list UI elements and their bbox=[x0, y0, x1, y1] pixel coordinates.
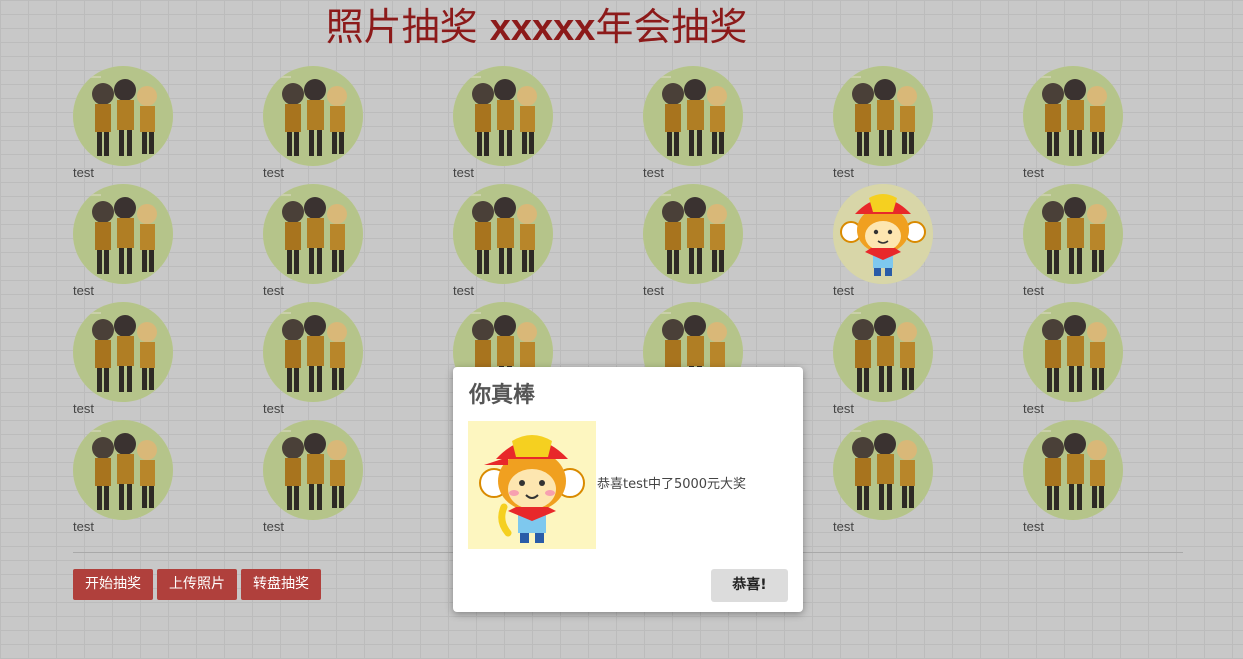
photo-card: test bbox=[643, 66, 753, 184]
photo-card: test bbox=[73, 184, 183, 302]
photo-name: test bbox=[833, 165, 854, 180]
photo-avatar bbox=[263, 302, 363, 402]
photo-card: test bbox=[73, 420, 183, 538]
photo-name: test bbox=[833, 401, 854, 416]
photo-avatar bbox=[643, 66, 743, 166]
photo-avatar bbox=[833, 302, 933, 402]
photo-name: test bbox=[1023, 283, 1044, 298]
photo-avatar bbox=[73, 184, 173, 284]
photo-card: test bbox=[833, 66, 943, 184]
wheel-draw-button[interactable]: 转盘抽奖 bbox=[241, 569, 321, 600]
photo-name: test bbox=[263, 165, 284, 180]
photo-name: test bbox=[1023, 165, 1044, 180]
photo-name: test bbox=[453, 283, 474, 298]
couple-illustration bbox=[1023, 302, 1123, 402]
couple-illustration bbox=[73, 302, 173, 402]
photo-avatar bbox=[1023, 302, 1123, 402]
photo-card: test bbox=[263, 184, 373, 302]
couple-illustration bbox=[73, 184, 173, 284]
dialog-title: 你真棒 bbox=[469, 382, 536, 408]
photo-name: test bbox=[1023, 519, 1044, 534]
photo-avatar bbox=[1023, 184, 1123, 284]
page-title: 照片抽奖 xxxxx年会抽奖 bbox=[325, 5, 748, 49]
photo-card: test bbox=[833, 302, 943, 420]
couple-illustration bbox=[73, 66, 173, 166]
photo-card: test bbox=[833, 420, 943, 538]
photo-name: test bbox=[643, 283, 664, 298]
couple-illustration bbox=[263, 184, 363, 284]
photo-name: test bbox=[263, 401, 284, 416]
photo-card: test bbox=[833, 184, 943, 302]
photo-avatar bbox=[833, 66, 933, 166]
couple-illustration bbox=[1023, 420, 1123, 520]
couple-illustration bbox=[1023, 66, 1123, 166]
photo-name: test bbox=[833, 519, 854, 534]
photo-card: test bbox=[643, 184, 753, 302]
photo-avatar bbox=[833, 420, 933, 520]
dialog-message: 恭喜test中了5000元大奖 bbox=[597, 477, 747, 492]
photo-card: test bbox=[73, 302, 183, 420]
photo-card: test bbox=[263, 302, 373, 420]
couple-illustration bbox=[833, 302, 933, 402]
photo-avatar bbox=[263, 66, 363, 166]
photo-avatar bbox=[73, 420, 173, 520]
photo-avatar bbox=[1023, 66, 1123, 166]
couple-illustration bbox=[643, 184, 743, 284]
photo-name: test bbox=[73, 165, 94, 180]
photo-card: test bbox=[1023, 66, 1133, 184]
photo-card: test bbox=[453, 66, 563, 184]
photo-card: test bbox=[453, 184, 563, 302]
photo-card: test bbox=[263, 420, 373, 538]
photo-avatar bbox=[453, 66, 553, 166]
photo-card: test bbox=[263, 66, 373, 184]
photo-card: test bbox=[73, 66, 183, 184]
couple-illustration bbox=[453, 184, 553, 284]
couple-illustration bbox=[643, 66, 743, 166]
photo-card: test bbox=[1023, 184, 1133, 302]
winner-dialog: 你真棒 恭喜test中了5000元大奖 恭喜! bbox=[453, 367, 803, 612]
confirm-button[interactable]: 恭喜! bbox=[711, 569, 788, 602]
photo-avatar bbox=[643, 184, 743, 284]
photo-avatar bbox=[1023, 420, 1123, 520]
couple-illustration bbox=[73, 420, 173, 520]
couple-illustration bbox=[453, 66, 553, 166]
toolbar: 开始抽奖 上传照片 转盘抽奖 bbox=[73, 569, 325, 600]
photo-name: test bbox=[643, 165, 664, 180]
photo-card: test bbox=[1023, 302, 1133, 420]
upload-photo-button[interactable]: 上传照片 bbox=[157, 569, 237, 600]
winner-avatar bbox=[468, 421, 596, 549]
photo-name: test bbox=[453, 165, 474, 180]
photo-avatar bbox=[263, 184, 363, 284]
photo-name: test bbox=[73, 401, 94, 416]
photo-avatar bbox=[453, 184, 553, 284]
start-draw-button[interactable]: 开始抽奖 bbox=[73, 569, 153, 600]
monkey-avatar bbox=[833, 184, 933, 284]
photo-avatar bbox=[73, 66, 173, 166]
monkey-illustration bbox=[833, 184, 933, 284]
photo-name: test bbox=[73, 283, 94, 298]
couple-illustration bbox=[833, 420, 933, 520]
photo-name: test bbox=[263, 519, 284, 534]
photo-avatar bbox=[263, 420, 363, 520]
photo-card: test bbox=[1023, 420, 1133, 538]
couple-illustration bbox=[263, 66, 363, 166]
couple-illustration bbox=[263, 302, 363, 402]
photo-name: test bbox=[73, 519, 94, 534]
couple-illustration bbox=[263, 420, 363, 520]
photo-avatar bbox=[73, 302, 173, 402]
couple-illustration bbox=[833, 66, 933, 166]
photo-name: test bbox=[263, 283, 284, 298]
photo-name: test bbox=[833, 283, 854, 298]
photo-name: test bbox=[1023, 401, 1044, 416]
couple-illustration bbox=[1023, 184, 1123, 284]
